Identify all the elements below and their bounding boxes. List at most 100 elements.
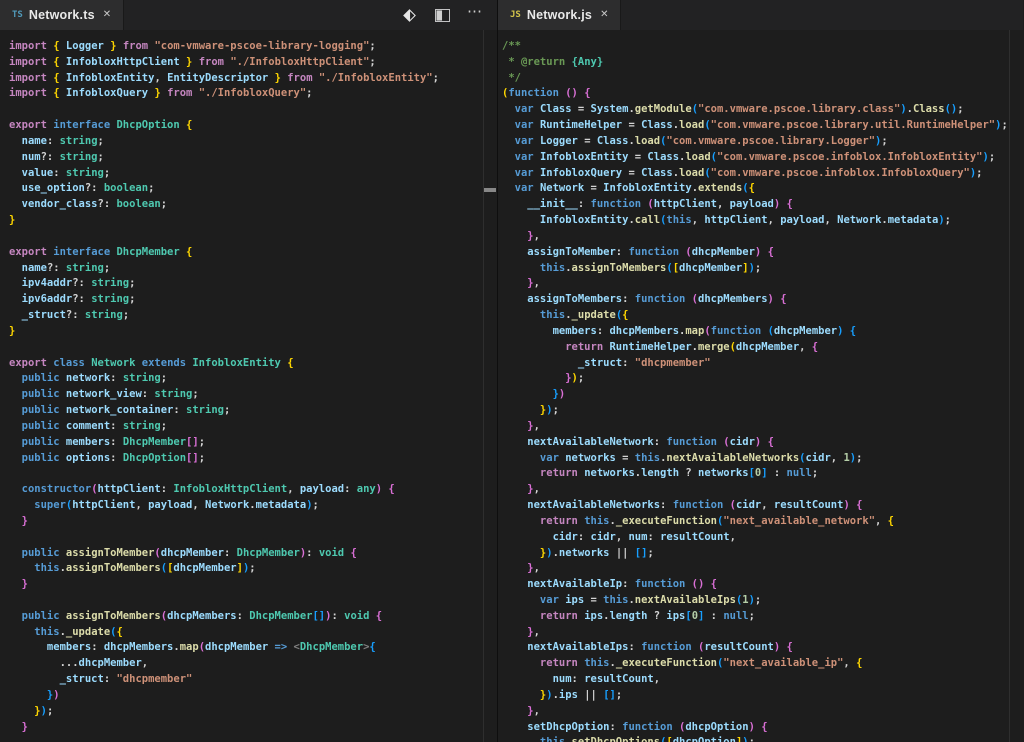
code-line: return this._executeFunction("next_avail… <box>502 656 1023 672</box>
code-line: * @return {Any} <box>502 55 1023 71</box>
code-line: import { InfobloxHttpClient } from "./In… <box>9 55 497 71</box>
code-line: members: dhcpMembers.map(function (dhcpM… <box>502 324 1023 340</box>
code-line <box>9 466 497 482</box>
code-line: public network_container: string; <box>9 403 497 419</box>
more-actions-icon[interactable]: ⋯ <box>467 7 483 23</box>
code-line: export interface DhcpOption { <box>9 118 497 134</box>
code-line: _struct: "dhcpmember" <box>9 672 497 688</box>
code-line: nextAvailableIps: function (resultCount)… <box>502 640 1023 656</box>
code-line: } <box>9 324 497 340</box>
scrollbar-left[interactable] <box>483 30 497 742</box>
close-icon[interactable]: ✕ <box>598 8 610 22</box>
editor-actions-left: ⋯ <box>401 0 497 30</box>
scrollbar-right[interactable] <box>1009 30 1023 742</box>
code-line: public network_view: string; <box>9 387 497 403</box>
tab-network-ts[interactable]: TS Network.ts ✕ <box>0 0 124 30</box>
code-line: import { InfobloxQuery } from "./Infoblo… <box>9 86 497 102</box>
code-line: assignToMember: function (dhcpMember) { <box>502 245 1023 261</box>
code-line: public options: DhcpOption[]; <box>9 451 497 467</box>
code-line: }) <box>502 387 1023 403</box>
code-line: members: dhcpMembers.map(dhcpMember => <… <box>9 640 497 656</box>
code-line: return RuntimeHelper.merge(dhcpMember, { <box>502 340 1023 356</box>
code-line: (function () { <box>502 86 1023 102</box>
code-line: }); <box>9 704 497 720</box>
code-line: import { InfobloxEntity, EntityDescripto… <box>9 71 497 87</box>
editor-group-left: TS Network.ts ✕ ⋯ <box>0 0 498 742</box>
code-line: } <box>9 213 497 229</box>
code-line: var Network = InfobloxEntity.extends({ <box>502 181 1023 197</box>
code-line: }) <box>9 688 497 704</box>
code-line: nextAvailableNetwork: function (cidr) { <box>502 435 1023 451</box>
code-line: public network: string; <box>9 371 497 387</box>
code-line: __init__: function (httpClient, payload)… <box>502 197 1023 213</box>
tab-bar-right: JS Network.js ✕ <box>498 0 1023 30</box>
code-line: var RuntimeHelper = Class.load("com.vmwa… <box>502 118 1023 134</box>
code-line: }); <box>502 371 1023 387</box>
code-line: this.assignToMembers([dhcpMember]); <box>9 561 497 577</box>
code-line: InfobloxEntity.call(this, httpClient, pa… <box>502 213 1023 229</box>
code-line: _struct?: string; <box>9 308 497 324</box>
left-code: import { Logger } from "com-vmware-pscoe… <box>0 30 497 735</box>
code-line: super(httpClient, payload, Network.metad… <box>9 498 497 514</box>
tab-title: Network.js <box>527 8 592 22</box>
code-line: vendor_class?: boolean; <box>9 197 497 213</box>
code-line: }, <box>502 704 1023 720</box>
code-line: var ips = this.nextAvailableIps(1); <box>502 593 1023 609</box>
code-line: ...dhcpMember, <box>9 656 497 672</box>
tab-bar-left: TS Network.ts ✕ ⋯ <box>0 0 497 30</box>
code-line: num: resultCount, <box>502 672 1023 688</box>
javascript-file-icon: JS <box>510 10 521 20</box>
code-line: } <box>9 514 497 530</box>
code-line: ipv4addr?: string; <box>9 276 497 292</box>
code-line: public members: DhcpMember[]; <box>9 435 497 451</box>
code-line: constructor(httpClient: InfobloxHttpClie… <box>9 482 497 498</box>
code-line: _struct: "dhcpmember" <box>502 356 1023 372</box>
code-line: public assignToMembers(dhcpMembers: Dhcp… <box>9 609 497 625</box>
code-line: }, <box>502 625 1023 641</box>
code-line: export class Network extends InfobloxEnt… <box>9 356 497 372</box>
code-line: public assignToMember(dhcpMember: DhcpMe… <box>9 546 497 562</box>
editor-network-js[interactable]: /** * @return {Any} */(function () { var… <box>498 30 1023 742</box>
cursor-overview-mark <box>484 188 496 192</box>
code-line: }); <box>502 403 1023 419</box>
code-line: nextAvailableNetworks: function (cidr, r… <box>502 498 1023 514</box>
close-icon[interactable]: ✕ <box>101 8 113 22</box>
tab-network-js[interactable]: JS Network.js ✕ <box>498 0 621 30</box>
code-line: var Class = System.getModule("com.vmware… <box>502 102 1023 118</box>
code-line: name?: string; <box>9 261 497 277</box>
code-line: import { Logger } from "com-vmware-pscoe… <box>9 39 497 55</box>
editor-network-ts[interactable]: import { Logger } from "com-vmware-pscoe… <box>0 30 497 742</box>
code-line <box>9 593 497 609</box>
right-code: /** * @return {Any} */(function () { var… <box>498 30 1023 742</box>
code-line: }, <box>502 561 1023 577</box>
code-line: return this._executeFunction("next_avail… <box>502 514 1023 530</box>
code-line: return ips.length ? ips[0] : null; <box>502 609 1023 625</box>
overview-ruler-border <box>1009 30 1010 742</box>
code-line: } <box>9 720 497 736</box>
code-line: return networks.length ? networks[0] : n… <box>502 466 1023 482</box>
editor-group-right: JS Network.js ✕ /** * @return {Any} */(f… <box>498 0 1023 742</box>
editor-workbench: TS Network.ts ✕ ⋯ <box>0 0 1024 742</box>
code-line: ipv6addr?: string; <box>9 292 497 308</box>
split-editor-icon[interactable] <box>434 7 450 23</box>
typescript-file-icon: TS <box>12 10 23 20</box>
code-line: value: string; <box>9 166 497 182</box>
code-line <box>9 340 497 356</box>
open-changes-icon[interactable] <box>401 7 417 23</box>
code-line: var InfobloxQuery = Class.load("com.vmwa… <box>502 166 1023 182</box>
code-line: assignToMembers: function (dhcpMembers) … <box>502 292 1023 308</box>
code-line: var InfobloxEntity = Class.load("com.vmw… <box>502 150 1023 166</box>
code-line: cidr: cidr, num: resultCount, <box>502 530 1023 546</box>
code-line: var networks = this.nextAvailableNetwork… <box>502 451 1023 467</box>
code-line: export interface DhcpMember { <box>9 245 497 261</box>
code-line: }).networks || []; <box>502 546 1023 562</box>
code-line <box>9 102 497 118</box>
code-line: num?: string; <box>9 150 497 166</box>
code-line: }, <box>502 482 1023 498</box>
code-line: nextAvailableIp: function () { <box>502 577 1023 593</box>
overview-ruler-border <box>483 30 484 742</box>
code-line: var Logger = Class.load("com.vmware.psco… <box>502 134 1023 150</box>
tab-title: Network.ts <box>29 8 95 22</box>
code-line: this.setDhcpOptions([dhcpOption]); <box>502 735 1023 742</box>
code-line: */ <box>502 71 1023 87</box>
